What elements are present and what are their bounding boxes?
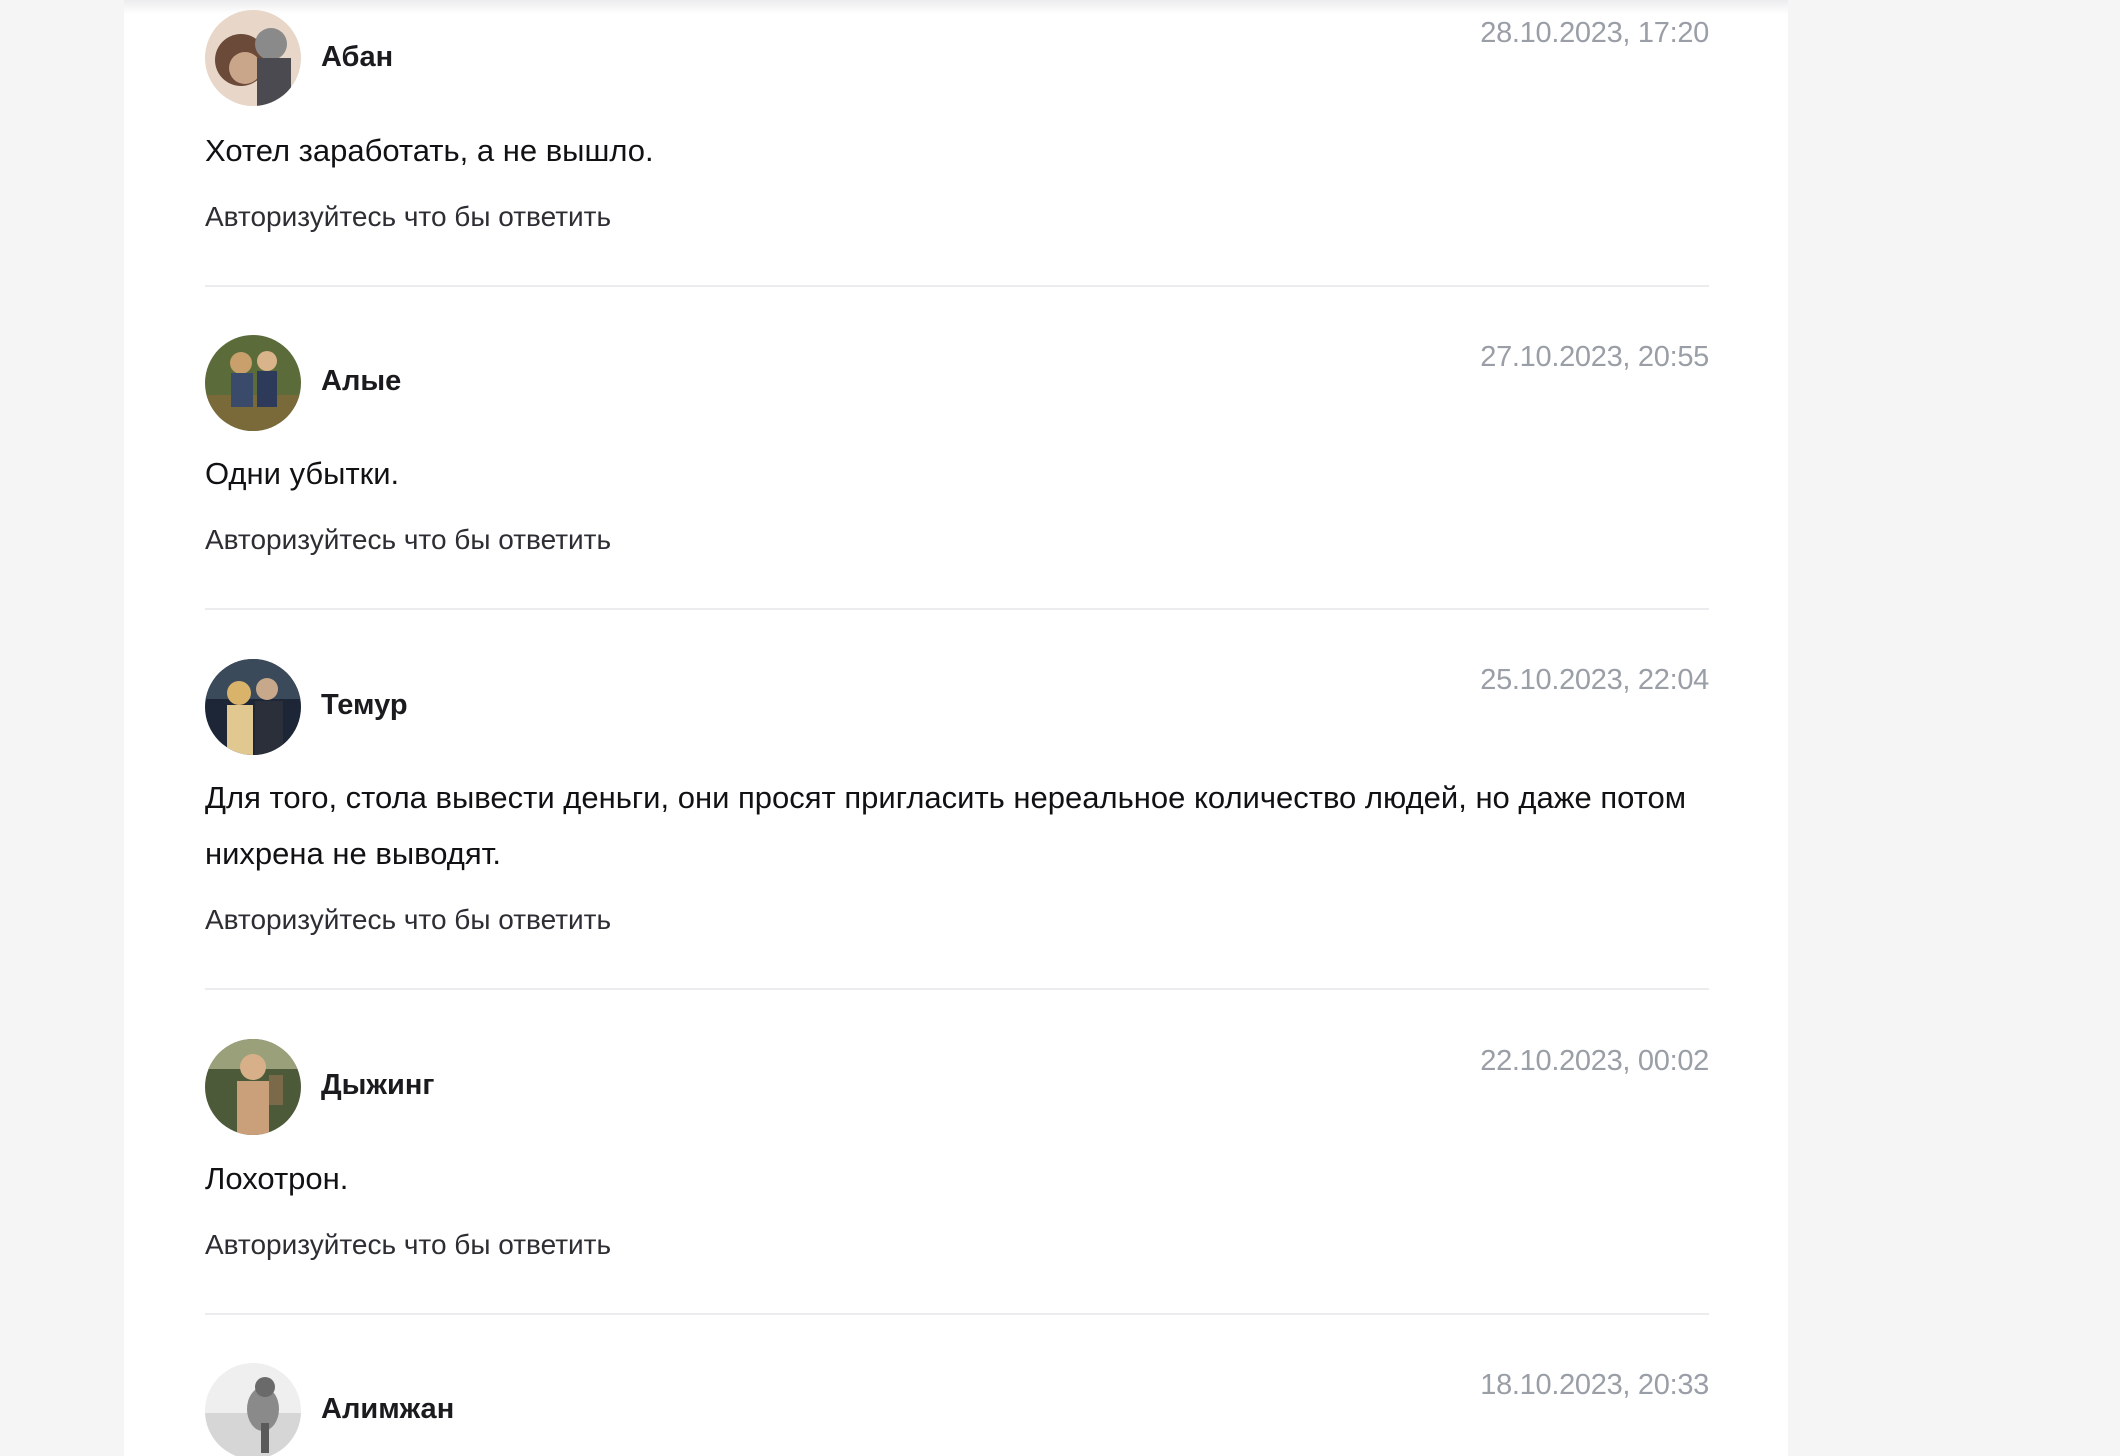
comment-date: 28.10.2023, 17:20 [1480,17,1709,49]
avatar[interactable] [205,10,301,106]
comment-divider [205,608,1709,610]
comment-date: 27.10.2023, 20:55 [1480,341,1709,373]
page: Абан 28.10.2023, 17:20 Хотел заработать,… [0,0,2120,1456]
comment-author: Дыжинг [321,1069,435,1101]
comment-author: Алые [321,365,402,397]
comment-author: Темур [321,689,408,721]
comment-date: 18.10.2023, 20:33 [1480,1369,1709,1401]
avatar-photo-icon [205,10,301,106]
comment-text: Одни убытки. [205,456,400,491]
avatar-photo-icon [205,1039,301,1135]
avatar[interactable] [205,1363,301,1456]
avatar[interactable] [205,335,301,431]
comment-date: 22.10.2023, 00:02 [1480,1045,1709,1077]
comment-author: Абан [321,41,394,73]
comment-text: Для того, стола вывести деньги, они прос… [205,780,1687,871]
avatar[interactable] [205,659,301,755]
header-shadow [124,0,1788,14]
comment-divider [205,1313,1709,1315]
reply-login-link[interactable]: Авторизуйтесь что бы ответить [205,903,611,937]
avatar[interactable] [205,1039,301,1135]
reply-login-link[interactable]: Авторизуйтесь что бы ответить [205,200,611,234]
avatar-photo-icon [205,335,301,431]
comment-author: Алимжан [321,1393,455,1425]
comment-text: Лохотрон. [205,1161,349,1196]
comment-divider [205,285,1709,287]
comment-date: 25.10.2023, 22:04 [1480,664,1709,696]
comment-text: Хотел заработать, а не вышло. [205,133,654,168]
reply-login-link[interactable]: Авторизуйтесь что бы ответить [205,1228,611,1262]
avatar-photo-icon [205,659,301,755]
comment-divider [205,988,1709,990]
avatar-photo-icon [205,1363,301,1456]
reply-login-link[interactable]: Авторизуйтесь что бы ответить [205,523,611,557]
